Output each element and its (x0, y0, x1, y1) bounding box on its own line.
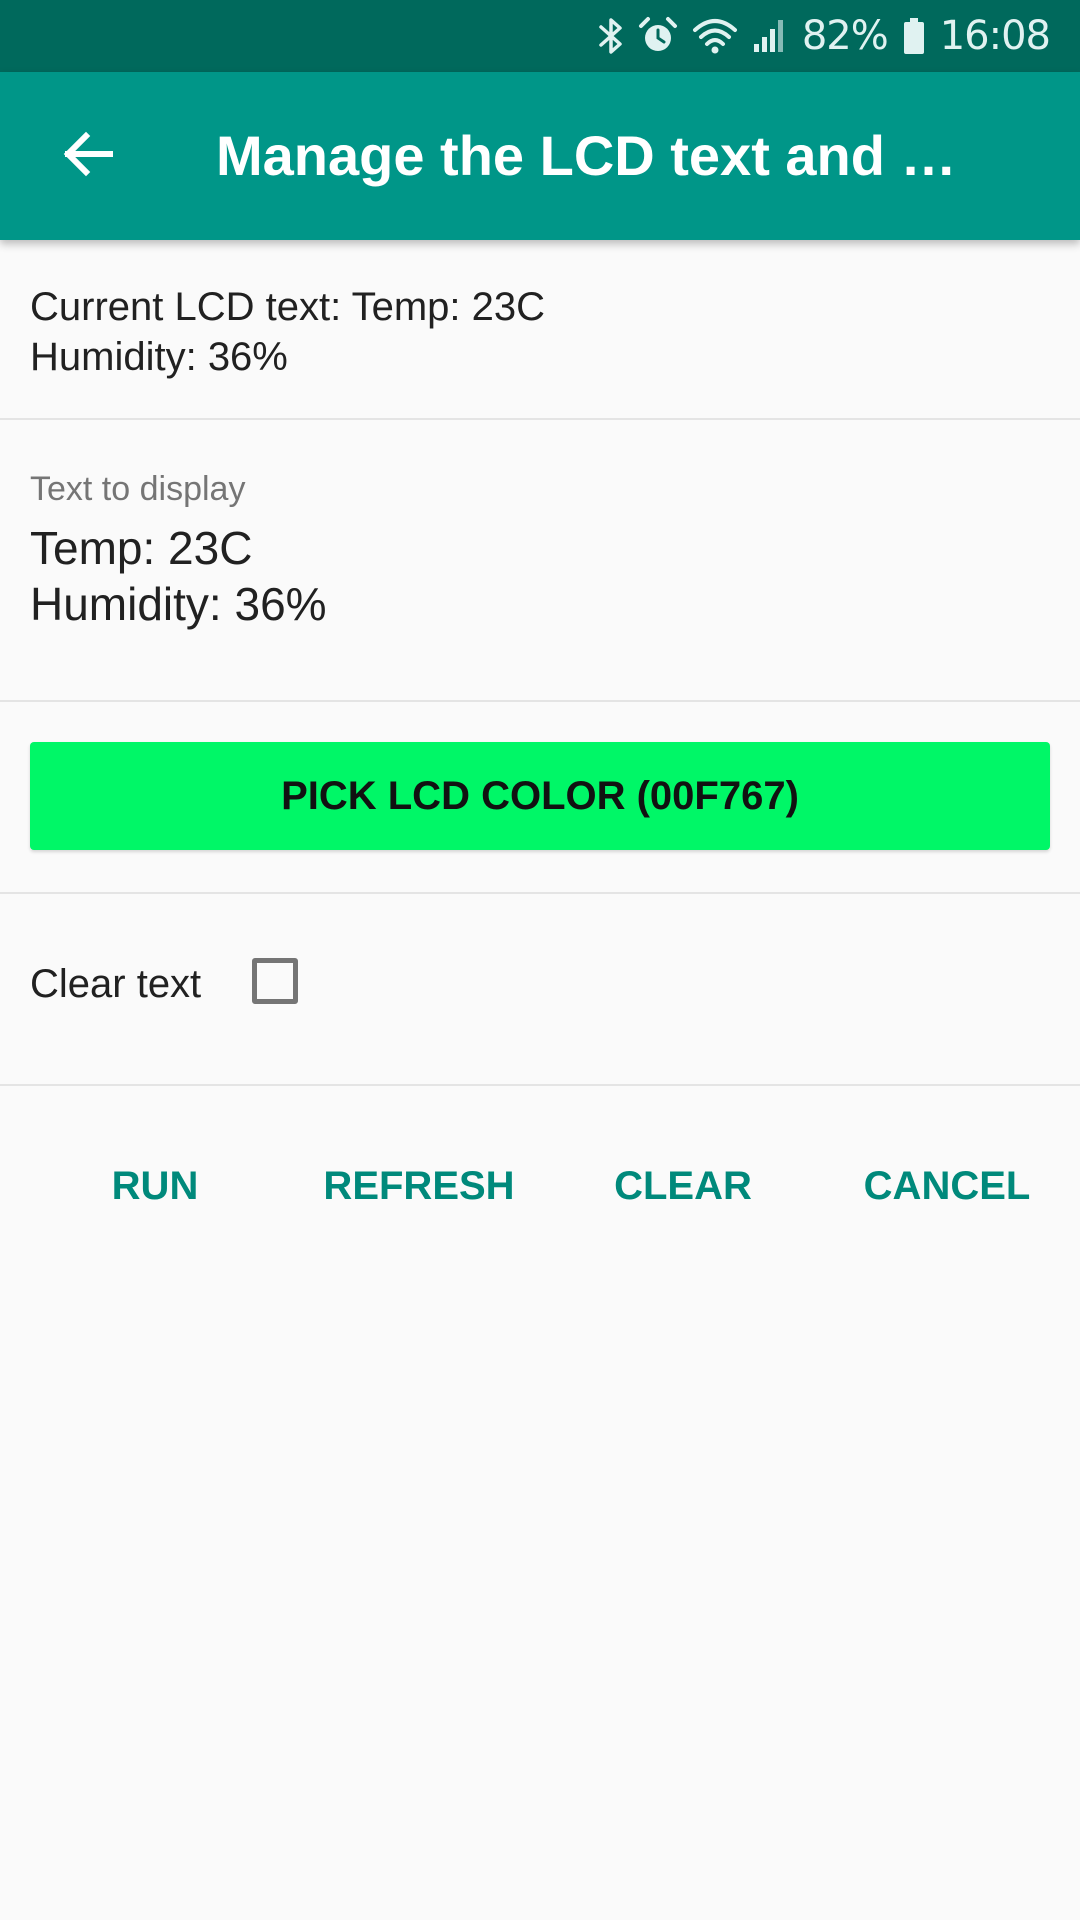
signal-icon (752, 16, 788, 56)
current-lcd-text: Current LCD text: Temp: 23C Humidity: 36… (30, 285, 546, 379)
alarm-icon (638, 16, 678, 56)
text-display-section: Text to display Temp: 23C Humidity: 36% (0, 420, 1080, 702)
text-to-display-field[interactable]: Text to display Temp: 23C Humidity: 36% (0, 420, 1080, 700)
text-to-display-value: Temp: 23C Humidity: 36% (30, 522, 327, 630)
status-icons: 82% 16:08 (598, 0, 1051, 72)
app-bar: Manage the LCD text and … (0, 72, 1080, 240)
pick-lcd-color-button[interactable]: PICK LCD COLOR (00F767) (30, 742, 1050, 850)
page-title: Manage the LCD text and … (216, 124, 957, 187)
current-lcd-section: Current LCD text: Temp: 23C Humidity: 36… (0, 240, 1080, 420)
battery-percentage: 82% (801, 13, 889, 59)
arrow-back-icon (60, 126, 116, 187)
refresh-button[interactable]: REFRESH (323, 1156, 514, 1216)
clear-text-label: Clear text (30, 962, 202, 1006)
wifi-icon (692, 16, 738, 56)
run-button[interactable]: RUN (112, 1156, 199, 1216)
clear-button[interactable]: CLEAR (614, 1156, 752, 1216)
clear-text-section: Clear text (0, 894, 1080, 1086)
cancel-button[interactable]: CANCEL (864, 1156, 1031, 1216)
bluetooth-icon (598, 16, 624, 56)
status-time: 16:08 (939, 13, 1051, 59)
battery-icon (902, 16, 926, 56)
color-section: PICK LCD COLOR (00F767) (0, 702, 1080, 894)
back-button[interactable] (44, 112, 132, 200)
text-to-display-label: Text to display (30, 470, 246, 508)
status-bar: 82% 16:08 (0, 0, 1080, 72)
clear-text-checkbox[interactable] (252, 958, 298, 1004)
action-bar: RUN REFRESH CLEAR CANCEL (0, 1086, 1080, 1276)
